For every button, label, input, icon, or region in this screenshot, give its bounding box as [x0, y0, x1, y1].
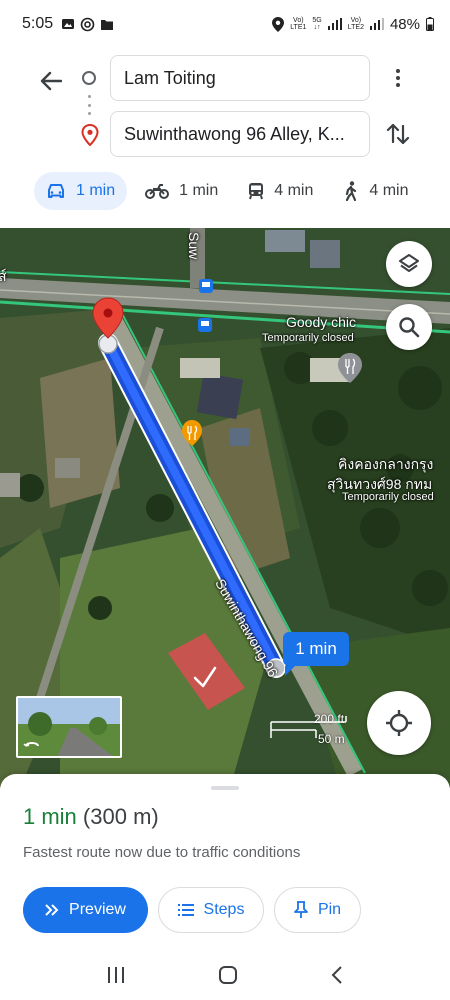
street-view-image	[18, 698, 120, 756]
net-top: 5G	[312, 17, 322, 24]
poi-goody-chic-name: Goody chic	[286, 314, 357, 330]
arrow-left-icon	[40, 71, 62, 91]
layers-button[interactable]	[386, 241, 432, 287]
folder-icon	[101, 19, 114, 30]
preview-button[interactable]: Preview	[23, 887, 148, 933]
sim1-bottom: LTE1	[290, 24, 307, 31]
map-view[interactable]: Suw ส์ Suwinthawong 96 Goody chic Tempor…	[0, 228, 450, 788]
pin-label: Pin	[317, 901, 342, 918]
back-button[interactable]	[36, 66, 66, 96]
steps-label: Steps	[203, 901, 245, 918]
my-location-button[interactable]	[367, 691, 431, 755]
origin-circle-icon	[82, 71, 96, 85]
layers-icon	[399, 254, 419, 272]
net-bottom: ↓↑	[313, 24, 321, 31]
poi-kingkong-name-1: คิงคองกลางกรุง	[338, 456, 434, 472]
sheet-handle[interactable]	[211, 786, 239, 790]
double-chevron-icon	[45, 904, 59, 916]
motorcycle-icon	[145, 184, 170, 199]
route-actions: Preview Steps Pin	[23, 887, 361, 933]
signal-icon-2	[369, 18, 384, 30]
route-reason: Fastest route now due to traffic conditi…	[23, 844, 301, 861]
route-distance: (300 m)	[82, 804, 159, 829]
gallery-icon	[62, 19, 75, 29]
mode-car-time: 1 min	[76, 182, 116, 199]
search-button[interactable]	[386, 304, 432, 350]
list-icon	[177, 904, 194, 916]
car-icon	[48, 184, 64, 198]
route-time-bubble[interactable]: 1 min	[283, 632, 349, 676]
pin-button[interactable]: Pin	[274, 887, 361, 933]
sim1-top: Vo)	[293, 17, 304, 24]
directions-panel: Lam Toiting Suwinthawong 96 Alley, K... …	[0, 48, 450, 228]
system-nav-bar	[0, 950, 450, 1000]
location-icon	[272, 16, 285, 32]
destination-pin-icon	[81, 124, 99, 146]
crosshair-icon	[386, 710, 412, 736]
mode-walk[interactable]: 4 min	[331, 172, 420, 210]
road-label-top: Suw	[186, 232, 202, 260]
mode-transit-time: 4 min	[274, 182, 314, 199]
battery-percent: 48%	[389, 15, 420, 33]
walk-icon	[346, 181, 357, 201]
status-bar: 5:05 Vo) LTE1 5G ↓↑ Vo) LTE2 48%	[0, 0, 450, 48]
recent-apps-icon[interactable]	[106, 966, 126, 984]
mode-motorcycle[interactable]: 1 min	[133, 172, 230, 210]
sim2-top: Vo)	[350, 17, 362, 24]
sim2-bottom: LTE2	[347, 24, 364, 31]
steps-button[interactable]: Steps	[158, 887, 264, 933]
origin-input[interactable]: Lam Toiting	[110, 55, 370, 101]
travel-modes: 1 min 1 min 4 min 4 min	[34, 172, 440, 210]
road-label-edge: ส์	[0, 268, 7, 284]
mode-motorcycle-time: 1 min	[179, 182, 219, 199]
poi-goody-chic-status: Temporarily closed	[262, 332, 354, 344]
swap-icon[interactable]	[384, 120, 412, 148]
signal-icon	[327, 18, 342, 30]
pushpin-icon	[294, 901, 308, 918]
street-view-thumbnail[interactable]	[16, 696, 122, 758]
more-options-button[interactable]	[388, 64, 408, 92]
route-duration: 1 min	[23, 804, 77, 829]
route-dots-icon	[88, 95, 91, 115]
status-time: 5:05	[22, 15, 54, 32]
at-sign-icon	[80, 17, 95, 31]
preview-label: Preview	[69, 901, 126, 918]
mode-transit[interactable]: 4 min	[236, 172, 325, 210]
search-icon	[399, 317, 420, 338]
poi-kingkong-status: Temporarily closed	[342, 491, 434, 503]
home-icon[interactable]	[218, 965, 238, 985]
mode-car[interactable]: 1 min	[34, 172, 128, 210]
transit-icon	[249, 183, 264, 200]
route-summary: 1 min (300 m)	[23, 804, 159, 830]
mode-walk-time: 4 min	[369, 182, 409, 199]
battery-icon	[426, 17, 434, 31]
map-scale: 200 ft 50 m	[270, 710, 350, 750]
scale-bar	[270, 716, 347, 738]
destination-input[interactable]: Suwinthawong 96 Alley, K...	[110, 111, 370, 157]
back-nav-icon[interactable]	[330, 965, 344, 985]
